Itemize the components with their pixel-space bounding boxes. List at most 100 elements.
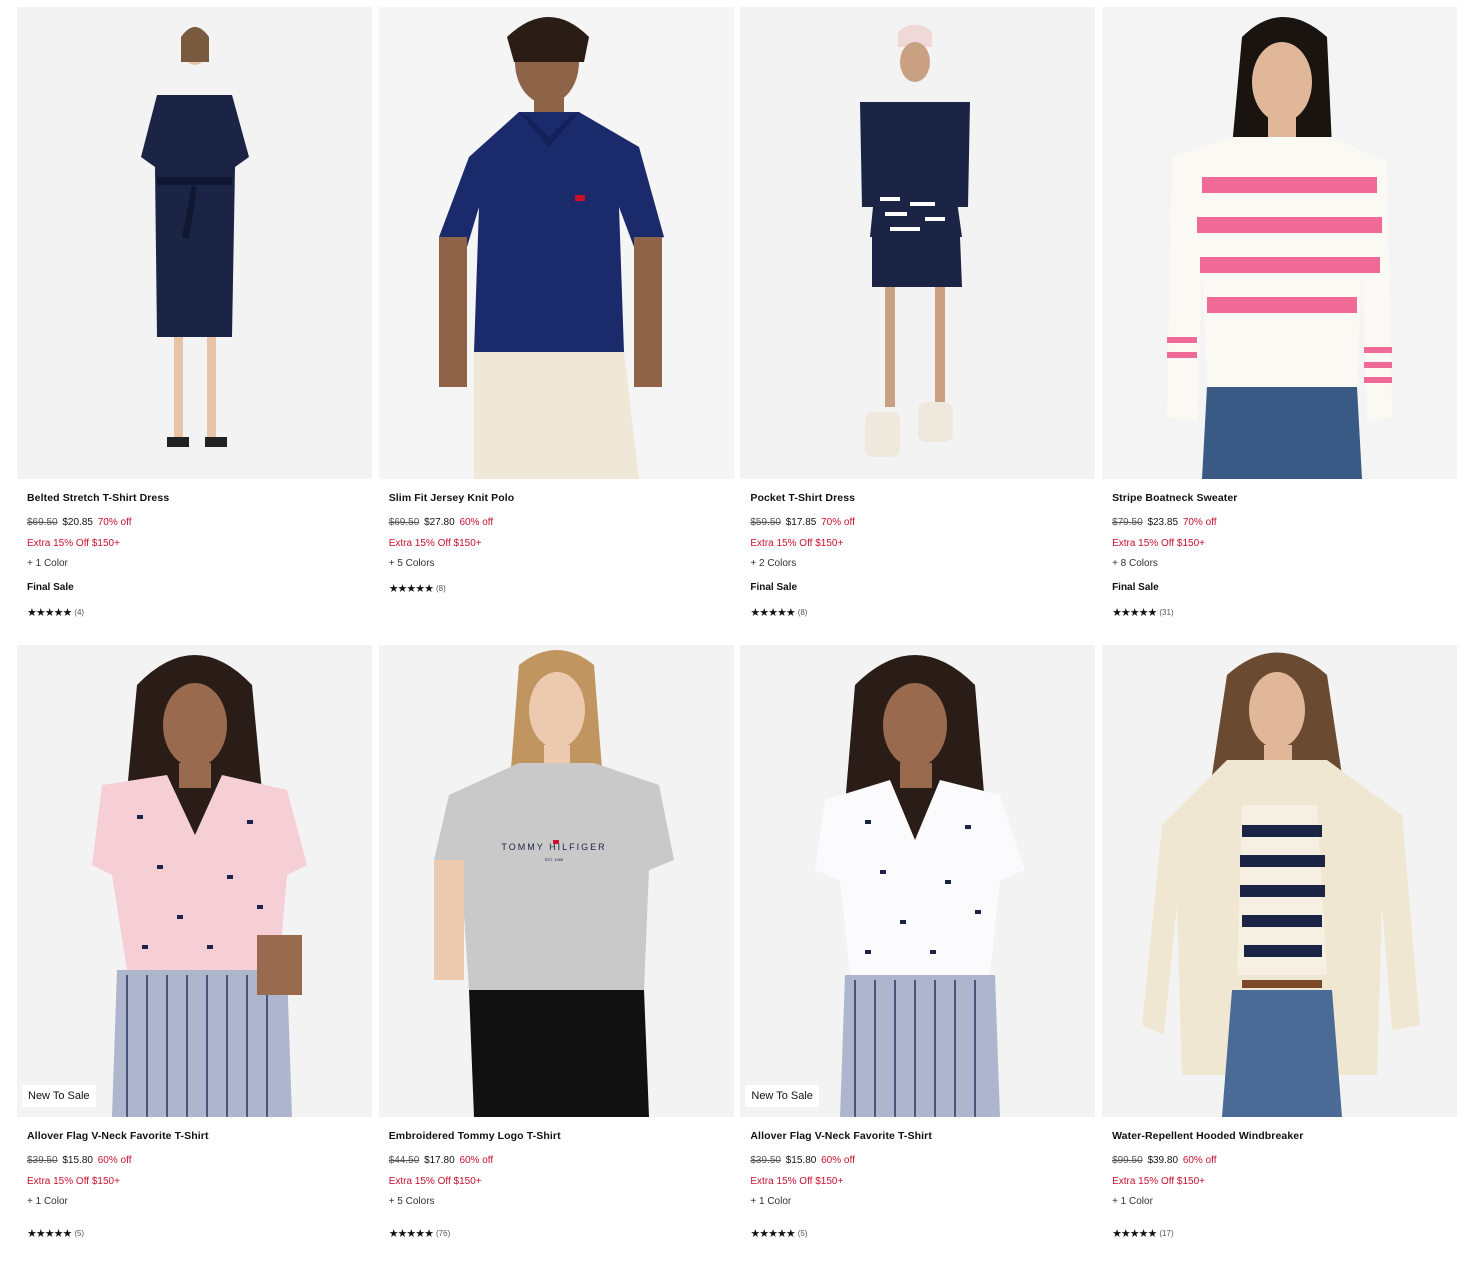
rating[interactable]: ★★★★★ (4) bbox=[27, 606, 362, 619]
price-row: $39.50 $15.80 60% off bbox=[750, 1155, 1085, 1166]
product-title[interactable]: Embroidered Tommy Logo T-Shirt bbox=[389, 1130, 724, 1142]
review-count: (76) bbox=[436, 1229, 451, 1238]
discount-percent: 60% off bbox=[821, 1155, 855, 1166]
color-count[interactable]: + 5 Colors bbox=[389, 558, 724, 569]
final-sale-label: Final Sale bbox=[750, 582, 798, 593]
review-count: (5) bbox=[74, 1229, 85, 1238]
tommy-logo-subtext: EST. 1985 bbox=[544, 857, 563, 862]
color-count[interactable]: + 5 Colors bbox=[389, 1196, 724, 1207]
extra-promo: Extra 15% Off $150+ bbox=[750, 538, 844, 549]
rating[interactable]: ★★★★★ (31) bbox=[1112, 606, 1447, 619]
rating[interactable]: ★★★★★ (8) bbox=[750, 606, 1085, 619]
color-count[interactable]: + 1 Color bbox=[1112, 1196, 1447, 1207]
sale-price: $20.85 bbox=[62, 517, 93, 528]
original-price: $69.50 bbox=[27, 517, 58, 528]
product-title[interactable]: Belted Stretch T-Shirt Dress bbox=[27, 492, 362, 504]
price-row: $69.50 $27.80 60% off bbox=[389, 517, 724, 528]
extra-promo: Extra 15% Off $150+ bbox=[1112, 538, 1205, 549]
product-image[interactable]: New To Sale bbox=[17, 645, 372, 1117]
product-info: Slim Fit Jersey Knit Polo $69.50 $27.80 … bbox=[379, 479, 734, 595]
extra-promo: Extra 15% Off $150+ bbox=[388, 1176, 482, 1187]
color-count[interactable]: + 2 Colors bbox=[750, 558, 1085, 569]
color-count[interactable]: + 8 Colors bbox=[1112, 558, 1447, 569]
sale-price: $23.85 bbox=[1147, 517, 1179, 528]
product-card[interactable]: Slim Fit Jersey Knit Polo $69.50 $27.80 … bbox=[378, 7, 734, 645]
product-image[interactable] bbox=[1102, 645, 1458, 1117]
product-info: Pocket T-Shirt Dress $59.50 $17.85 70% o… bbox=[740, 479, 1095, 619]
extra-promo: Extra 15% Off $150+ bbox=[1112, 1176, 1205, 1187]
final-sale-label: Final Sale bbox=[1112, 582, 1159, 593]
product-image[interactable] bbox=[17, 7, 372, 479]
sale-price: $15.80 bbox=[62, 1155, 93, 1166]
product-title[interactable]: Water-Repellent Hooded Windbreaker bbox=[1112, 1130, 1447, 1142]
discount-percent: 60% off bbox=[97, 1155, 132, 1166]
rating[interactable]: ★★★★★ (5) bbox=[750, 1227, 1085, 1240]
stars-icon: ★★★★★ bbox=[388, 583, 434, 595]
original-price: $39.50 bbox=[27, 1155, 58, 1166]
stars-icon: ★★★★★ bbox=[1112, 1228, 1157, 1240]
price-row: $59.50 $17.85 70% off bbox=[750, 517, 1085, 528]
product-info: Water-Repellent Hooded Windbreaker $99.5… bbox=[1102, 1117, 1457, 1240]
discount-percent: 60% off bbox=[1182, 1155, 1217, 1166]
product-image[interactable] bbox=[378, 7, 734, 479]
product-image[interactable]: TOMMY HILFIGER EST. 1985 bbox=[378, 645, 734, 1117]
rating[interactable]: ★★★★★ (8) bbox=[389, 582, 724, 595]
rating[interactable]: ★★★★★ (76) bbox=[389, 1227, 724, 1240]
product-card[interactable]: TOMMY HILFIGER EST. 1985 Embroidered Tom… bbox=[378, 645, 734, 1283]
product-title[interactable]: Allover Flag V-Neck Favorite T-Shirt bbox=[750, 1130, 1085, 1142]
review-count: (4) bbox=[74, 608, 85, 617]
color-count[interactable]: + 1 Color bbox=[27, 1196, 362, 1207]
product-title[interactable]: Allover Flag V-Neck Favorite T-Shirt bbox=[27, 1130, 362, 1142]
sale-price: $17.80 bbox=[424, 1155, 455, 1166]
price-row: $39.50 $15.80 60% off bbox=[27, 1155, 362, 1166]
review-count: (17) bbox=[1159, 1229, 1174, 1238]
product-image[interactable]: New To Sale bbox=[740, 645, 1096, 1117]
product-card[interactable]: Water-Repellent Hooded Windbreaker $99.5… bbox=[1102, 645, 1458, 1283]
product-title[interactable]: Slim Fit Jersey Knit Polo bbox=[389, 492, 724, 504]
product-info: Allover Flag V-Neck Favorite T-Shirt $39… bbox=[17, 1117, 372, 1240]
new-to-sale-badge: New To Sale bbox=[745, 1085, 819, 1107]
color-count[interactable]: + 1 Color bbox=[27, 558, 362, 569]
final-sale-label: Final Sale bbox=[27, 582, 74, 593]
sale-price: $17.85 bbox=[785, 517, 817, 528]
stars-icon: ★★★★★ bbox=[27, 1228, 72, 1240]
product-image[interactable] bbox=[1102, 7, 1458, 479]
product-grid: Belted Stretch T-Shirt Dress $69.50 $20.… bbox=[17, 7, 1458, 1283]
stars-icon: ★★★★★ bbox=[750, 607, 795, 619]
product-card[interactable]: Stripe Boatneck Sweater $79.50 $23.85 70… bbox=[1102, 7, 1458, 645]
price-row: $69.50 $20.85 70% off bbox=[27, 517, 362, 528]
review-count: (31) bbox=[1159, 608, 1174, 617]
product-title[interactable]: Pocket T-Shirt Dress bbox=[750, 492, 1085, 504]
stars-icon: ★★★★★ bbox=[1112, 607, 1157, 619]
price-row: $99.50 $39.80 60% off bbox=[1112, 1155, 1447, 1166]
extra-promo: Extra 15% Off $150+ bbox=[27, 538, 120, 549]
product-info: Embroidered Tommy Logo T-Shirt $44.50 $1… bbox=[379, 1117, 734, 1240]
original-price: $69.50 bbox=[388, 517, 420, 528]
product-card[interactable]: Belted Stretch T-Shirt Dress $69.50 $20.… bbox=[17, 7, 372, 645]
discount-percent: 60% off bbox=[459, 1155, 494, 1166]
sale-price: $15.80 bbox=[785, 1155, 817, 1166]
product-title[interactable]: Stripe Boatneck Sweater bbox=[1112, 492, 1447, 504]
review-count: (8) bbox=[797, 608, 808, 617]
original-price: $79.50 bbox=[1112, 517, 1143, 528]
product-card[interactable]: New To Sale Allover Flag V-Neck Favorite… bbox=[17, 645, 372, 1283]
review-count: (8) bbox=[436, 584, 446, 593]
rating[interactable]: ★★★★★ (5) bbox=[27, 1227, 362, 1240]
product-card[interactable]: New To Sale Allover Flag V-Neck Favorite… bbox=[740, 645, 1096, 1283]
product-image[interactable] bbox=[740, 7, 1096, 479]
discount-percent: 70% off bbox=[97, 517, 132, 528]
new-to-sale-badge: New To Sale bbox=[22, 1085, 96, 1107]
product-info: Stripe Boatneck Sweater $79.50 $23.85 70… bbox=[1102, 479, 1457, 619]
original-price: $59.50 bbox=[750, 517, 781, 528]
price-row: $79.50 $23.85 70% off bbox=[1112, 517, 1447, 528]
product-card[interactable]: Pocket T-Shirt Dress $59.50 $17.85 70% o… bbox=[740, 7, 1096, 645]
product-info: Belted Stretch T-Shirt Dress $69.50 $20.… bbox=[17, 479, 372, 619]
review-count: (5) bbox=[797, 1229, 808, 1238]
stars-icon: ★★★★★ bbox=[388, 1228, 434, 1240]
original-price: $44.50 bbox=[388, 1155, 420, 1166]
color-count[interactable]: + 1 Color bbox=[750, 1196, 1085, 1207]
sale-price: $27.80 bbox=[424, 517, 455, 528]
discount-percent: 60% off bbox=[459, 517, 494, 528]
extra-promo: Extra 15% Off $150+ bbox=[750, 1176, 844, 1187]
rating[interactable]: ★★★★★ (17) bbox=[1112, 1227, 1447, 1240]
